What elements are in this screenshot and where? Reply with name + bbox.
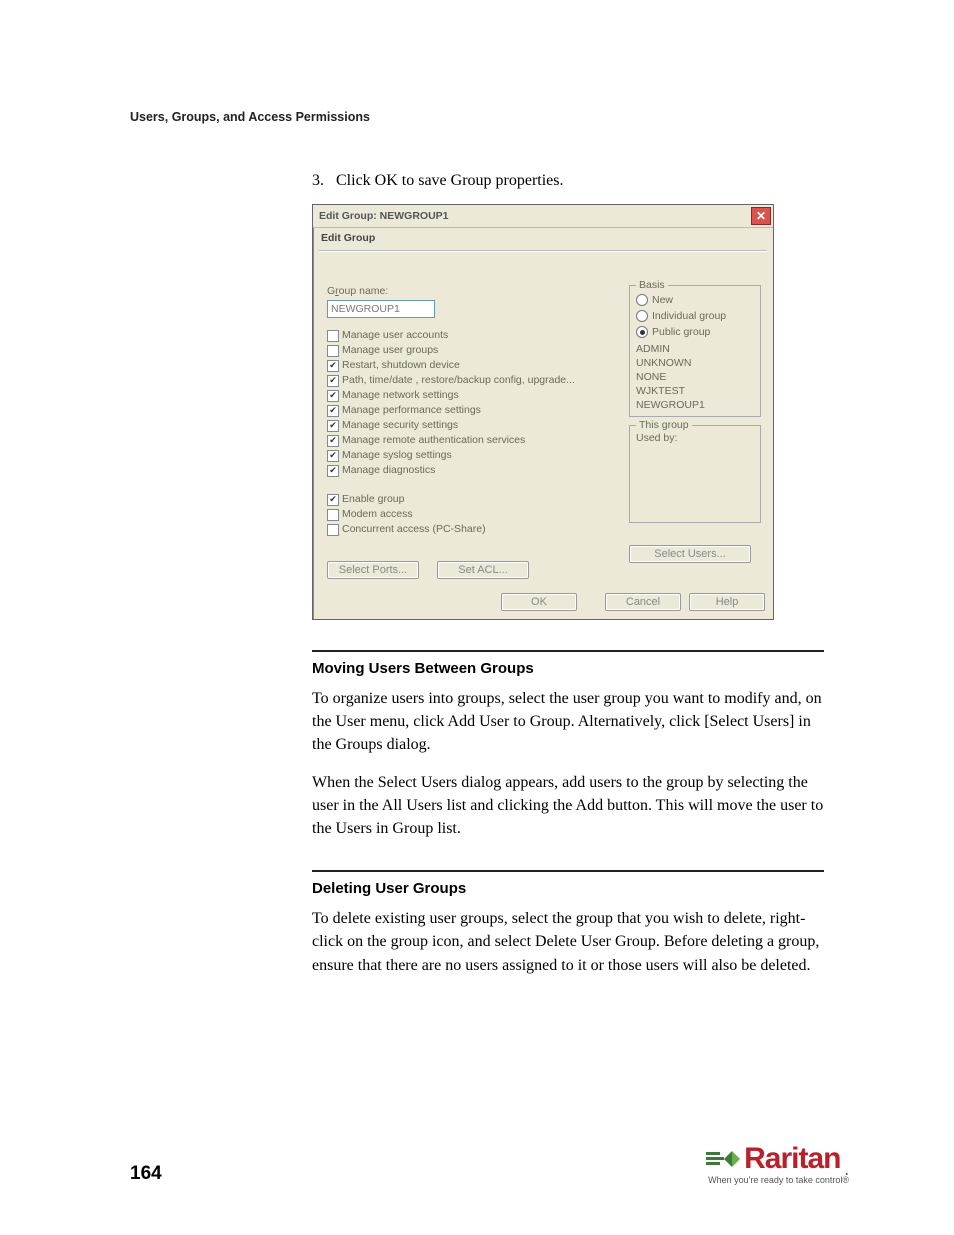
perm-item[interactable]: Manage diagnostics [327,463,615,478]
moving-users-p2: When the Select Users dialog appears, ad… [312,771,824,841]
checkbox-icon[interactable] [327,360,339,372]
perm-item[interactable]: Path, time/date , restore/backup config,… [327,373,615,388]
perm-item[interactable]: Manage network settings [327,388,615,403]
this-group-legend: This group [636,419,692,431]
perm-item[interactable]: Manage remote authentication services [327,433,615,448]
checkbox-icon[interactable] [327,524,339,536]
list-item[interactable]: ADMIN [636,342,754,356]
perm-item[interactable]: Manage user accounts [327,328,615,343]
step-text: Click OK to save Group properties. [336,172,564,190]
list-item[interactable]: NEWGROUP1 [636,398,754,412]
basis-fieldset: Basis New Individual group Public group … [629,285,761,417]
basis-new-radio[interactable]: New [636,292,754,308]
list-item[interactable]: NONE [636,370,754,384]
perm-item[interactable]: Manage performance settings [327,403,615,418]
checkbox-icon[interactable] [327,494,339,506]
ok-button[interactable]: OK [501,593,577,611]
deleting-groups-p1: To delete existing user groups, select t… [312,907,824,977]
used-by-label: Used by: [636,432,754,444]
brand-logo: Raritan. When you're ready to take contr… [706,1144,849,1185]
checkbox-icon[interactable] [327,420,339,432]
dialog-titlebar: Edit Group: NEWGROUP1 ✕ [313,205,773,228]
moving-users-p1: To organize users into groups, select th… [312,687,824,757]
radio-icon[interactable] [636,310,648,322]
step-3: 3. Click OK to save Group properties. [312,172,824,190]
brand-icon [706,1147,740,1171]
checkbox-icon[interactable] [327,405,339,417]
page-number: 164 [130,1163,162,1185]
select-ports-button[interactable]: Select Ports... [327,561,419,579]
step-number: 3. [312,172,336,190]
checkbox-icon[interactable] [327,375,339,387]
dialog-subtitle: Edit Group [313,228,773,248]
perm-item[interactable]: Manage user groups [327,343,615,358]
brand-tagline: When you're ready to take control® [706,1176,849,1185]
edit-group-dialog: Edit Group: NEWGROUP1 ✕ Edit Group Group… [312,204,774,620]
perm-item[interactable]: Restart, shutdown device [327,358,615,373]
running-header: Users, Groups, and Access Permissions [130,110,824,124]
basis-public-radio[interactable]: Public group [636,324,754,340]
group-name-input[interactable] [327,300,435,318]
checkbox-icon[interactable] [327,390,339,402]
perm-item[interactable]: Manage security settings [327,418,615,433]
pc-share-checkbox[interactable]: Concurrent access (PC-Share) [327,522,615,537]
checkbox-icon[interactable] [327,509,339,521]
this-group-fieldset: This group Used by: [629,425,761,523]
brand-name: Raritan [744,1144,840,1174]
permissions-list: Manage user accounts Manage user groups … [327,328,615,478]
list-item[interactable]: WJKTEST [636,384,754,398]
moving-users-heading: Moving Users Between Groups [312,660,824,677]
basis-legend: Basis [636,279,668,291]
deleting-groups-heading: Deleting User Groups [312,880,824,897]
group-name-label: Group name: [327,285,615,297]
set-acl-button[interactable]: Set ACL... [437,561,529,579]
dialog-title: Edit Group: NEWGROUP1 [319,210,449,222]
select-users-button[interactable]: Select Users... [629,545,751,563]
cancel-button[interactable]: Cancel [605,593,681,611]
checkbox-icon[interactable] [327,450,339,462]
checkbox-icon[interactable] [327,465,339,477]
modem-access-checkbox[interactable]: Modem access [327,507,615,522]
public-group-list[interactable]: ADMIN UNKNOWN NONE WJKTEST NEWGROUP1 [636,342,754,412]
enable-group-checkbox[interactable]: Enable group [327,492,615,507]
checkbox-icon[interactable] [327,345,339,357]
checkbox-icon[interactable] [327,330,339,342]
basis-individual-radio[interactable]: Individual group [636,308,754,324]
radio-icon[interactable] [636,294,648,306]
brand-dot: . [845,1160,850,1178]
close-icon[interactable]: ✕ [751,207,771,225]
list-item[interactable]: UNKNOWN [636,356,754,370]
checkbox-icon[interactable] [327,435,339,447]
radio-icon[interactable] [636,326,648,338]
help-button[interactable]: Help [689,593,765,611]
perm-item[interactable]: Manage syslog settings [327,448,615,463]
